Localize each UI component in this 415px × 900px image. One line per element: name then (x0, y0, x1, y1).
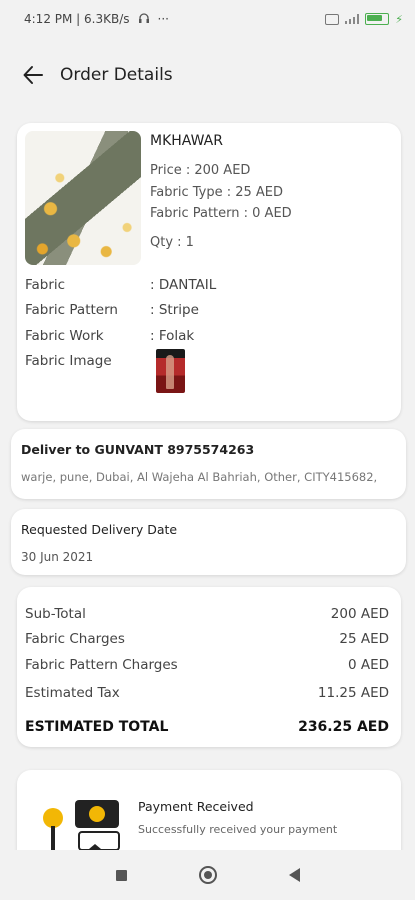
back-button[interactable] (22, 62, 48, 88)
fabric-image-thumbnail[interactable] (156, 349, 185, 393)
product-fabric-pattern: Fabric Pattern : 0 AED (150, 206, 292, 221)
product-fabric-type: Fabric Type : 25 AED (150, 185, 284, 200)
estimated-total-label: ESTIMATED TOTAL (25, 719, 169, 735)
status-left: 4:12 PM | 6.3KB/s ··· (24, 12, 169, 27)
sim-icon (325, 13, 340, 25)
requested-date-value: 30 Jun 2021 (21, 550, 94, 564)
subtotal-value: 200 AED (330, 606, 389, 622)
payment-subtitle: Successfully received your payment (138, 823, 338, 836)
delivery-title: Deliver to GUNVANT 8975574263 (21, 442, 255, 457)
product-price: Price : 200 AED (150, 163, 251, 178)
status-time: 4:12 PM | 6.3KB/s (24, 12, 130, 26)
status-right: ⚡ (325, 13, 403, 26)
headphones-icon (138, 12, 150, 27)
recents-icon[interactable] (115, 869, 127, 881)
charging-icon: ⚡ (395, 12, 403, 26)
detail-value-fabric-pattern: : Stripe (150, 302, 199, 318)
estimated-tax-value: 11.25 AED (317, 685, 389, 701)
estimated-total-value: 236.25 AED (298, 719, 389, 735)
product-card: MKHAWAR Price : 200 AED Fabric Type : 25… (17, 123, 401, 421)
delivery-address: warje, pune, Dubai, Al Wajeha Al Bahriah… (21, 470, 378, 484)
subtotal-label: Sub-Total (25, 606, 86, 622)
status-bar: 4:12 PM | 6.3KB/s ··· ⚡ (0, 0, 415, 38)
detail-value-fabric-work: : Folak (150, 328, 195, 344)
detail-value-fabric: : DANTAIL (150, 277, 217, 293)
back-triangle-icon[interactable] (288, 868, 300, 882)
detail-label-fabric-work: Fabric Work (25, 328, 104, 344)
requested-date-title: Requested Delivery Date (21, 522, 178, 537)
requested-date-card: Requested Delivery Date 30 Jun 2021 (11, 509, 406, 575)
fabric-charges-label: Fabric Charges (25, 631, 125, 647)
payment-title: Payment Received (138, 799, 254, 814)
delivery-card: Deliver to GUNVANT 8975574263 warje, pun… (11, 429, 406, 499)
fabric-charges-value: 25 AED (339, 631, 389, 647)
signal-icon (345, 14, 360, 24)
fabric-pattern-charges-label: Fabric Pattern Charges (25, 657, 178, 673)
more-icon: ··· (157, 12, 169, 26)
arrow-left-icon (23, 66, 43, 84)
detail-label-fabric-image: Fabric Image (25, 353, 112, 369)
header: Order Details (0, 55, 415, 95)
product-name: MKHAWAR (150, 133, 223, 149)
detail-label-fabric-pattern: Fabric Pattern (25, 302, 118, 318)
product-image[interactable] (25, 131, 141, 265)
detail-label-fabric: Fabric (25, 277, 66, 293)
estimated-tax-label: Estimated Tax (25, 685, 120, 701)
battery-icon (365, 13, 390, 25)
price-summary-card: Sub-Total 200 AED Fabric Charges 25 AED … (17, 587, 401, 747)
page-title: Order Details (60, 65, 173, 85)
system-nav-bar (0, 850, 415, 900)
home-icon[interactable] (198, 866, 217, 884)
product-qty: Qty : 1 (150, 235, 194, 250)
fabric-pattern-charges-value: 0 AED (347, 657, 389, 673)
